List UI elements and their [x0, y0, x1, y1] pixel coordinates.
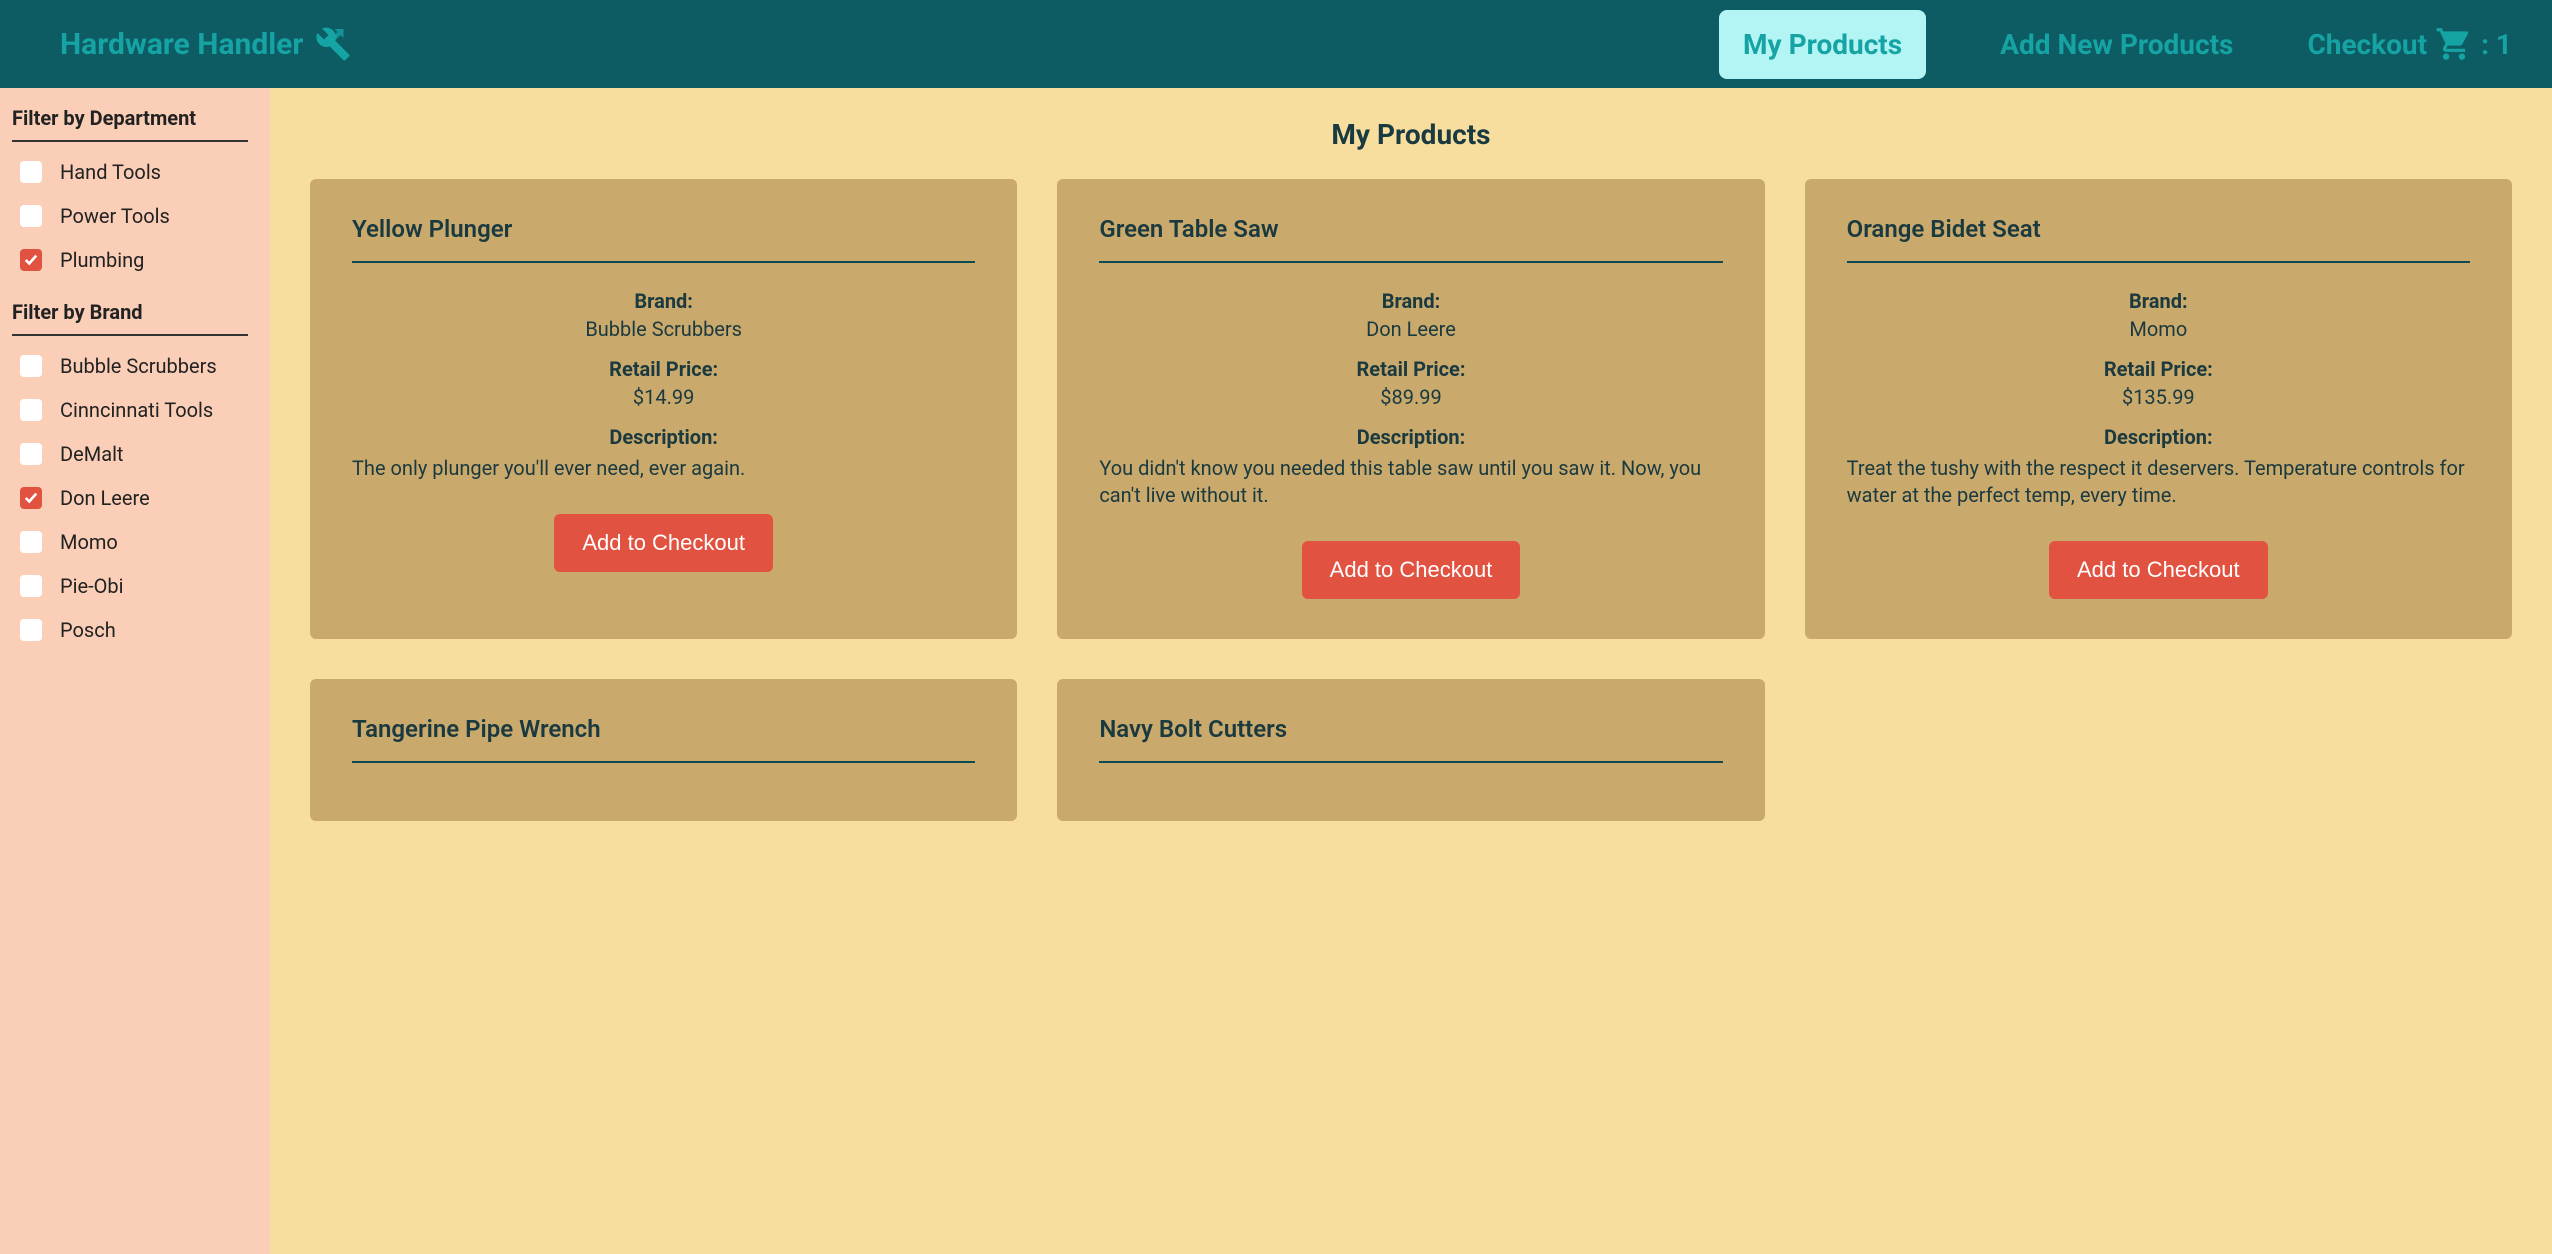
checkmark-icon — [24, 253, 38, 267]
brand-label: Brand: — [352, 289, 975, 313]
page-title: My Products — [310, 118, 2512, 151]
description-value: You didn't know you needed this table sa… — [1099, 455, 1722, 509]
brand-value: Momo — [1847, 317, 2470, 341]
product-card: Orange Bidet Seat Brand: Momo Retail Price:… — [1805, 179, 2512, 639]
product-grid: Yellow Plunger Brand: Bubble Scrubbers Reta… — [310, 179, 2512, 821]
description-label: Description: — [1847, 425, 2470, 449]
brand-filter-item[interactable]: Cinncinnati Tools — [12, 388, 258, 432]
checkbox[interactable] — [20, 531, 42, 553]
product-name: Green Table Saw — [1099, 215, 1722, 263]
brand-text: Hardware Handler — [60, 27, 303, 62]
add-to-checkout-button[interactable]: Add to Checkout — [554, 514, 773, 572]
brand-filter-label: Pie-Obi — [60, 574, 123, 598]
brand-filter-item[interactable]: Don Leere — [12, 476, 258, 520]
checkbox[interactable] — [20, 249, 42, 271]
description-label: Description: — [352, 425, 975, 449]
brand[interactable]: Hardware Handler — [60, 26, 351, 62]
checkbox[interactable] — [20, 619, 42, 641]
product-card: Green Table Saw Brand: Don Leere Retail Pri… — [1057, 179, 1764, 639]
nav-my-products[interactable]: My Products — [1719, 10, 1926, 79]
brand-label: Brand: — [1847, 289, 2470, 313]
checkbox[interactable] — [20, 487, 42, 509]
checkbox[interactable] — [20, 205, 42, 227]
filter-brand-heading: Filter by Brand — [12, 300, 248, 336]
product-card: Tangerine Pipe Wrench — [310, 679, 1017, 821]
product-name: Orange Bidet Seat — [1847, 215, 2470, 263]
description-value: Treat the tushy with the respect it dese… — [1847, 455, 2470, 509]
brand-filter-label: Posch — [60, 618, 116, 642]
department-filter-item[interactable]: Plumbing — [12, 238, 258, 282]
cart-icon — [2435, 25, 2473, 63]
department-filter-item[interactable]: Hand Tools — [12, 150, 258, 194]
description-value: The only plunger you'll ever need, ever … — [352, 455, 975, 482]
cart-count: : 1 — [2481, 28, 2512, 61]
add-to-checkout-button[interactable]: Add to Checkout — [1302, 541, 1521, 599]
department-filter-label: Hand Tools — [60, 160, 161, 184]
tools-icon — [315, 26, 351, 62]
brand-filter-item[interactable]: Pie-Obi — [12, 564, 258, 608]
nav-checkout[interactable]: Checkout : 1 — [2307, 25, 2512, 63]
brand-filter-item[interactable]: DeMalt — [12, 432, 258, 476]
department-filter-label: Plumbing — [60, 248, 144, 272]
price-value: $89.99 — [1099, 385, 1722, 409]
filter-department-heading: Filter by Department — [12, 106, 248, 142]
price-value: $135.99 — [1847, 385, 2470, 409]
brand-filter-label: Bubble Scrubbers — [60, 354, 217, 378]
main-content: My Products Yellow Plunger Brand: Bubble S… — [270, 88, 2552, 1254]
checkbox[interactable] — [20, 161, 42, 183]
brand-filter-item[interactable]: Posch — [12, 608, 258, 652]
description-label: Description: — [1099, 425, 1722, 449]
brand-value: Bubble Scrubbers — [352, 317, 975, 341]
product-name: Yellow Plunger — [352, 215, 975, 263]
sidebar: Filter by Department Hand Tools Power Too… — [0, 88, 270, 1254]
checkbox[interactable] — [20, 575, 42, 597]
department-filter-item[interactable]: Power Tools — [12, 194, 258, 238]
filter-brand-group: Filter by Brand Bubble Scrubbers Cinncinn… — [12, 300, 258, 652]
nav-links: My Products Add New Products Checkout : … — [1719, 10, 2512, 79]
brand-label: Brand: — [1099, 289, 1722, 313]
product-name: Navy Bolt Cutters — [1099, 715, 1722, 763]
product-card: Navy Bolt Cutters — [1057, 679, 1764, 821]
checkbox[interactable] — [20, 443, 42, 465]
brand-filter-label: Cinncinnati Tools — [60, 398, 213, 422]
brand-filter-item[interactable]: Bubble Scrubbers — [12, 344, 258, 388]
department-filter-label: Power Tools — [60, 204, 170, 228]
brand-value: Don Leere — [1099, 317, 1722, 341]
checkmark-icon — [24, 491, 38, 505]
checkbox[interactable] — [20, 399, 42, 421]
brand-filter-label: Momo — [60, 530, 118, 554]
add-to-checkout-button[interactable]: Add to Checkout — [2049, 541, 2268, 599]
product-card: Yellow Plunger Brand: Bubble Scrubbers Reta… — [310, 179, 1017, 639]
price-label: Retail Price: — [1099, 357, 1722, 381]
nav-add-products[interactable]: Add New Products — [1976, 10, 2257, 79]
filter-department-group: Filter by Department Hand Tools Power Too… — [12, 106, 258, 282]
product-name: Tangerine Pipe Wrench — [352, 715, 975, 763]
checkbox[interactable] — [20, 355, 42, 377]
navbar: Hardware Handler My Products Add New Pro… — [0, 0, 2552, 88]
price-label: Retail Price: — [1847, 357, 2470, 381]
price-label: Retail Price: — [352, 357, 975, 381]
brand-filter-label: Don Leere — [60, 486, 150, 510]
brand-filter-label: DeMalt — [60, 442, 123, 466]
price-value: $14.99 — [352, 385, 975, 409]
brand-filter-item[interactable]: Momo — [12, 520, 258, 564]
checkout-label: Checkout — [2307, 28, 2427, 61]
